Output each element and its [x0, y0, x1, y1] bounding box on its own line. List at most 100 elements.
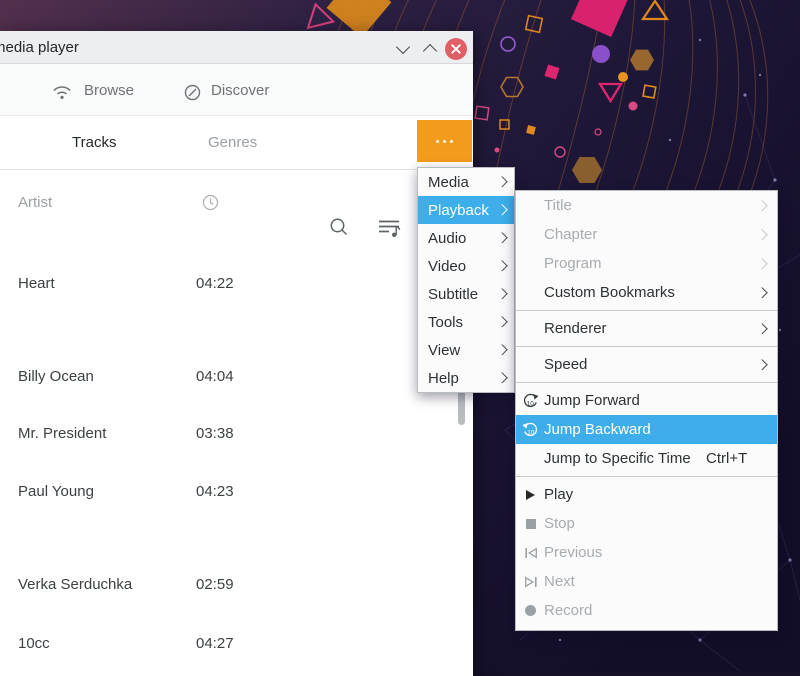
submenu-item-jump-backward[interactable]: 10 Jump Backward [516, 415, 777, 444]
chevron-right-icon [496, 373, 507, 384]
playback-submenu-popup: Title Chapter Program Custom Bookmarks R… [515, 190, 778, 631]
maximize-button[interactable] [421, 42, 439, 56]
submenu-item-stop: Stop [516, 509, 777, 538]
menu-item-help[interactable]: Help [418, 364, 514, 392]
skip-backward-10-icon: 10 [520, 415, 541, 444]
window-title: media player [0, 39, 79, 56]
chevron-down-icon [396, 40, 410, 54]
chevron-right-icon [496, 317, 507, 328]
ellipsis-icon [436, 140, 439, 143]
record-icon [520, 596, 541, 625]
chevron-right-icon [496, 177, 507, 188]
track-duration: 04:27 [196, 635, 234, 652]
chevron-right-icon [756, 258, 767, 269]
menu-separator [516, 310, 777, 311]
track-list-header: Artist [0, 170, 473, 220]
menu-item-label: Subtitle [428, 286, 478, 303]
svg-text:10: 10 [527, 430, 535, 437]
tab-genres[interactable]: Genres [208, 134, 257, 151]
more-menu-button[interactable] [417, 120, 472, 162]
table-row[interactable]: Verka Serduchka 02:59 [0, 576, 420, 596]
close-button[interactable] [445, 38, 467, 60]
menu-item-tools[interactable]: Tools [418, 308, 514, 336]
discover-label: Discover [211, 82, 269, 99]
column-header-artist[interactable]: Artist [18, 194, 52, 211]
menu-item-label: Media [428, 174, 469, 191]
submenu-item-previous: Previous [516, 538, 777, 567]
playlist-icon[interactable] [378, 219, 402, 238]
view-tabbar: Tracks Genres [0, 116, 473, 170]
chevron-right-icon [756, 200, 767, 211]
submenu-item-label: Play [544, 486, 573, 503]
submenu-item-renderer[interactable]: Renderer [516, 314, 777, 343]
browse-button[interactable]: Browse [52, 64, 142, 115]
table-row[interactable]: Mr. President 03:38 [0, 425, 420, 445]
table-row[interactable]: Billy Ocean 04:04 [0, 368, 420, 388]
chevron-right-icon [496, 345, 507, 356]
submenu-item-jump-forward[interactable]: 10 Jump Forward [516, 386, 777, 415]
minimize-button[interactable] [394, 42, 412, 56]
submenu-item-speed[interactable]: Speed [516, 350, 777, 379]
track-duration: 02:59 [196, 576, 234, 593]
submenu-item-label: Jump Forward [544, 392, 640, 409]
table-row[interactable]: Heart 04:22 [0, 275, 420, 295]
track-artist: Verka Serduchka [18, 576, 132, 593]
chevron-right-icon [496, 233, 507, 244]
chevron-right-icon [496, 289, 507, 300]
menu-item-subtitle[interactable]: Subtitle [418, 280, 514, 308]
submenu-item-label: Program [544, 255, 602, 272]
submenu-item-label: Record [544, 602, 592, 619]
submenu-item-next: Next [516, 567, 777, 596]
shortcut-label: Ctrl+T [706, 450, 747, 467]
track-artist: 10cc [18, 635, 50, 652]
main-menu-popup: Media Playback Audio Video Subtitle Tool… [417, 167, 515, 393]
discover-button[interactable]: Discover [184, 64, 284, 115]
track-duration: 04:23 [196, 483, 234, 500]
track-artist: Mr. President [18, 425, 106, 442]
tab-tracks[interactable]: Tracks [72, 134, 116, 151]
menu-separator [516, 382, 777, 383]
track-artist: Paul Young [18, 483, 94, 500]
submenu-item-label: Next [544, 573, 575, 590]
table-row[interactable]: Paul Young 04:23 [0, 483, 420, 503]
track-duration: 03:38 [196, 425, 234, 442]
menu-item-media[interactable]: Media [418, 168, 514, 196]
menu-item-label: Playback [428, 202, 489, 219]
close-icon [450, 43, 462, 55]
chevron-right-icon [496, 205, 507, 216]
menu-item-playback[interactable]: Playback [418, 196, 514, 224]
submenu-item-label: Chapter [544, 226, 597, 243]
track-artist: Heart [18, 275, 55, 292]
track-artist: Billy Ocean [18, 368, 94, 385]
menu-item-audio[interactable]: Audio [418, 224, 514, 252]
play-icon [520, 480, 541, 509]
menu-item-label: Help [428, 370, 459, 387]
submenu-item-custom-bookmarks[interactable]: Custom Bookmarks [516, 278, 777, 307]
menu-separator [516, 346, 777, 347]
menu-item-video[interactable]: Video [418, 252, 514, 280]
submenu-item-title: Title [516, 191, 777, 220]
search-icon[interactable] [329, 217, 349, 237]
vertical-scrollbar[interactable] [458, 388, 465, 425]
clock-icon[interactable] [202, 194, 219, 211]
menu-item-label: Tools [428, 314, 463, 331]
titlebar[interactable]: media player [0, 31, 473, 64]
previous-track-icon [520, 538, 541, 567]
media-player-window: media player Browse Discover Tracks Genr… [0, 31, 473, 676]
menu-item-view[interactable]: View [418, 336, 514, 364]
submenu-item-chapter: Chapter [516, 220, 777, 249]
chevron-right-icon [756, 229, 767, 240]
menu-separator [516, 476, 777, 477]
submenu-item-label: Stop [544, 515, 575, 532]
chevron-up-icon [423, 44, 437, 58]
submenu-item-jump-to-specific-time[interactable]: Jump to Specific Time Ctrl+T [516, 444, 777, 473]
menu-item-label: Video [428, 258, 466, 275]
submenu-item-play[interactable]: Play [516, 480, 777, 509]
skip-forward-10-icon: 10 [520, 386, 541, 415]
submenu-item-label: Previous [544, 544, 602, 561]
submenu-item-program: Program [516, 249, 777, 278]
chevron-right-icon [756, 323, 767, 334]
track-duration: 04:04 [196, 368, 234, 385]
table-row[interactable]: 10cc 04:27 [0, 635, 420, 655]
menu-item-label: Audio [428, 230, 466, 247]
